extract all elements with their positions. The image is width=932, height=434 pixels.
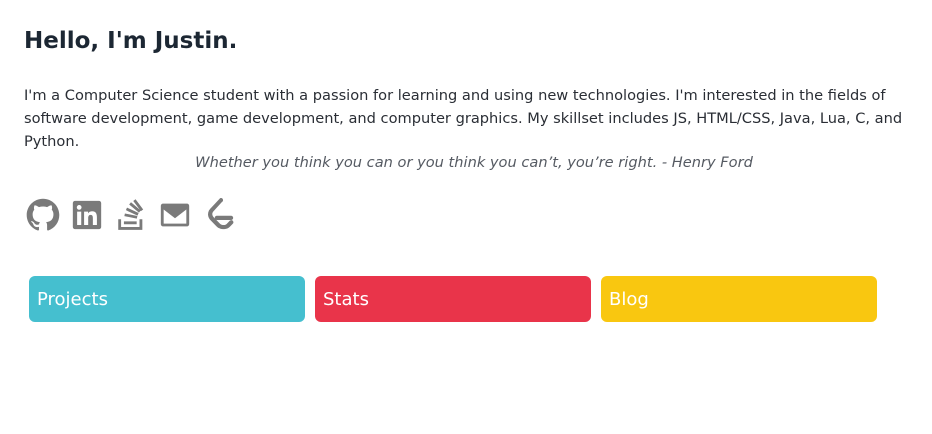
leetcode-icon[interactable] <box>202 197 236 233</box>
page-title: Hello, I'm Justin. <box>24 28 238 54</box>
intro-paragraph: I'm a Computer Science student with a pa… <box>24 87 903 150</box>
github-icon[interactable] <box>26 197 60 233</box>
blog-card[interactable]: Blog <box>601 276 877 322</box>
email-icon[interactable] <box>158 197 192 233</box>
quote: Whether you think you can or you think y… <box>195 154 753 171</box>
stats-card[interactable]: Stats <box>315 276 591 322</box>
stackoverflow-icon[interactable] <box>114 197 148 233</box>
social-links <box>26 195 236 235</box>
linkedin-icon[interactable] <box>70 197 104 233</box>
section-cards: Projects Stats Blog <box>29 276 877 322</box>
projects-card[interactable]: Projects <box>29 276 305 322</box>
stats-card-label: Stats <box>323 288 369 310</box>
blog-card-label: Blog <box>609 288 649 310</box>
projects-card-label: Projects <box>37 288 108 310</box>
